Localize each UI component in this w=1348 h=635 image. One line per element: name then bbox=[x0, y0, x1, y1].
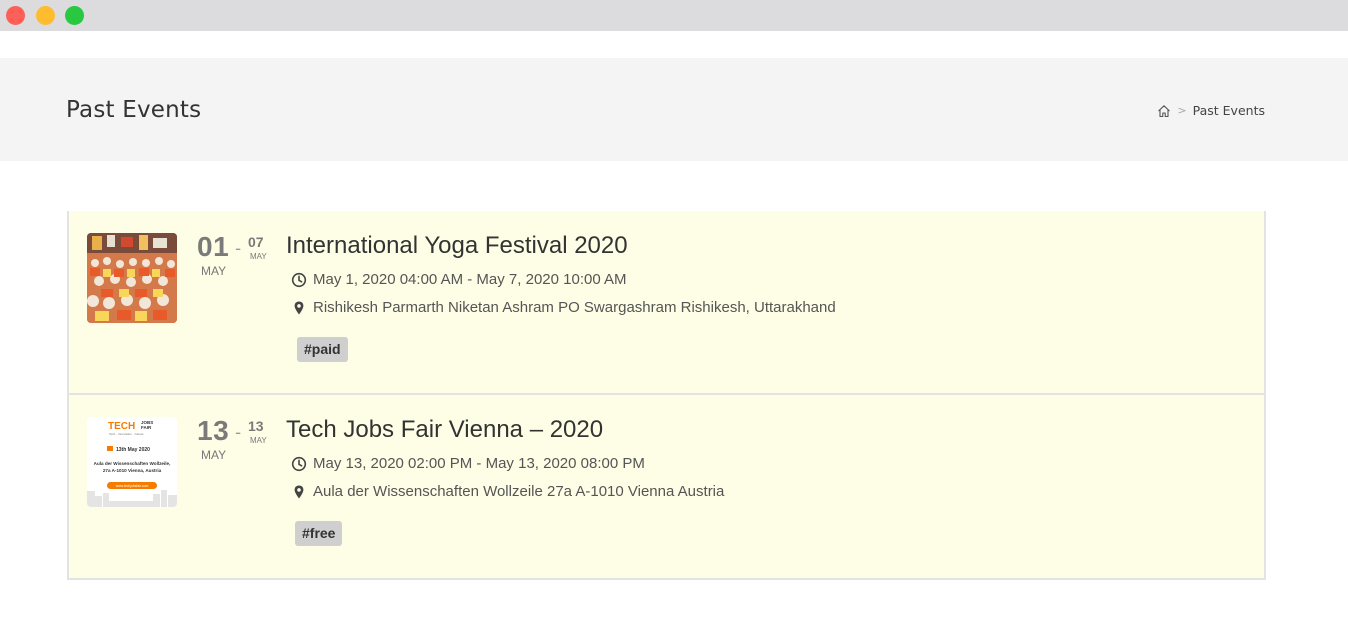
clock-icon bbox=[291, 272, 307, 288]
event-location-text: Aula der Wissenschaften Wollzeile 27a A-… bbox=[313, 483, 725, 500]
event-time: May 13, 2020 02:00 PM - May 13, 2020 08:… bbox=[291, 455, 645, 472]
breadcrumb-current: Past Events bbox=[1192, 103, 1265, 118]
event-list: 01 - 07 MAY MAY International Yoga Festi… bbox=[67, 211, 1266, 580]
event-date: 01 - 07 MAY MAY bbox=[197, 231, 272, 281]
event-item: TECH JOBS FAIR Tech · Innovation · Caree… bbox=[69, 395, 1264, 580]
page-header: Past Events > Past Events bbox=[0, 58, 1348, 161]
poster-brand: TECH bbox=[108, 421, 135, 432]
event-title[interactable]: International Yoga Festival 2020 bbox=[286, 232, 628, 260]
event-start-month: MAY bbox=[201, 448, 227, 462]
event-title[interactable]: Tech Jobs Fair Vienna – 2020 bbox=[286, 416, 603, 444]
maximize-window-button[interactable] bbox=[65, 6, 84, 25]
event-tag[interactable]: #free bbox=[295, 521, 343, 546]
event-time-text: May 1, 2020 04:00 AM - May 7, 2020 10:00… bbox=[313, 271, 627, 288]
event-thumbnail[interactable] bbox=[87, 233, 177, 323]
event-item: 01 - 07 MAY MAY International Yoga Festi… bbox=[69, 211, 1264, 395]
event-end-month: MAY bbox=[250, 436, 267, 445]
event-start-day: 13 bbox=[197, 415, 230, 446]
event-start-day: 01 bbox=[197, 231, 230, 262]
date-dash: - bbox=[235, 239, 242, 259]
event-start-month: MAY bbox=[201, 264, 227, 278]
poster-brand-fair: FAIR bbox=[141, 425, 152, 430]
event-location: Rishikesh Parmarth Niketan Ashram PO Swa… bbox=[291, 299, 836, 316]
event-date: 13 - 13 MAY MAY bbox=[197, 415, 272, 465]
event-end-day: 07 bbox=[248, 234, 264, 250]
event-end-month: MAY bbox=[250, 252, 267, 261]
page-title: Past Events bbox=[66, 97, 202, 123]
poster-url: www.techjobsfair.com bbox=[116, 484, 149, 488]
event-thumbnail[interactable]: TECH JOBS FAIR Tech · Innovation · Caree… bbox=[87, 417, 177, 507]
poster-venue-line1: Aula der Wissenschaften Wollzeile, bbox=[94, 461, 171, 466]
minimize-window-button[interactable] bbox=[36, 6, 55, 25]
event-tag[interactable]: #paid bbox=[297, 337, 348, 362]
date-dash: - bbox=[235, 423, 242, 443]
breadcrumb-separator: > bbox=[1177, 104, 1187, 117]
map-pin-icon bbox=[291, 484, 307, 500]
poster-date: 13th May 2020 bbox=[116, 447, 150, 453]
event-time-text: May 13, 2020 02:00 PM - May 13, 2020 08:… bbox=[313, 455, 645, 472]
home-icon[interactable] bbox=[1157, 104, 1171, 118]
event-end-day: 13 bbox=[248, 418, 264, 434]
event-time: May 1, 2020 04:00 AM - May 7, 2020 10:00… bbox=[291, 271, 627, 288]
poster-subtitle: Tech · Innovation · Career bbox=[109, 432, 144, 436]
map-pin-icon bbox=[291, 300, 307, 316]
clock-icon bbox=[291, 456, 307, 472]
breadcrumb: > Past Events bbox=[1157, 103, 1265, 118]
poster-venue-line2: 27a A-1010 Vienna, Austria bbox=[103, 468, 162, 473]
event-location-text: Rishikesh Parmarth Niketan Ashram PO Swa… bbox=[313, 299, 836, 316]
window-titlebar bbox=[0, 0, 1348, 31]
event-location: Aula der Wissenschaften Wollzeile 27a A-… bbox=[291, 483, 724, 500]
close-window-button[interactable] bbox=[6, 6, 25, 25]
